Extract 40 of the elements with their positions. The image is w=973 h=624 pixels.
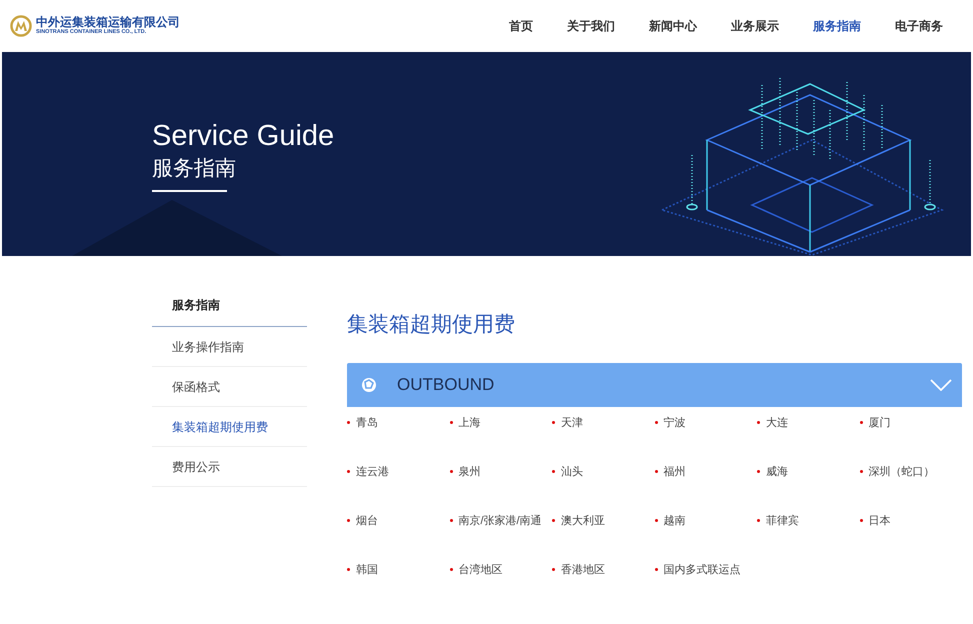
port-link[interactable]: 厦门	[860, 415, 962, 464]
nav-link[interactable]: 业务展示	[731, 17, 779, 35]
port-link[interactable]: 上海	[450, 415, 552, 464]
port-link[interactable]: 宁波	[654, 415, 757, 464]
port-link[interactable]: 连云港	[347, 464, 450, 513]
sidebar-title: 服务指南	[170, 297, 221, 314]
nav-link[interactable]: 关于我们	[567, 17, 615, 35]
nav-link[interactable]: 服务指南	[813, 17, 861, 35]
port-link[interactable]: 大连	[757, 415, 860, 464]
port-link[interactable]: 福州	[654, 464, 757, 513]
nav-link[interactable]: 电子商务	[895, 17, 943, 35]
port-link[interactable]: 汕头	[552, 464, 654, 513]
sidebar-item[interactable]: 业务操作指南	[152, 327, 307, 367]
section-header[interactable]: OUTBOUND	[347, 363, 962, 407]
banner-title: Service Guide	[152, 119, 334, 154]
port-link[interactable]: 烟台	[347, 513, 450, 562]
port-link[interactable]: 菲律宾	[757, 513, 860, 562]
port-link[interactable]: 香港地区	[552, 562, 654, 611]
port-link[interactable]: 韩国	[347, 562, 450, 611]
nav-link[interactable]: 新闻中心	[649, 17, 697, 35]
port-link[interactable]: 南京/张家港/南通	[450, 513, 552, 562]
port-link[interactable]: 深圳（蛇口）	[860, 464, 962, 513]
page-title: 集装箱超期使用费	[347, 312, 516, 338]
port-link[interactable]: 日本	[860, 513, 962, 562]
sidebar-item[interactable]: 保函格式	[152, 367, 307, 407]
port-link[interactable]: 台湾地区	[450, 562, 552, 611]
chevron-icon	[930, 379, 952, 391]
company-name: 中外运集装箱运输有限公司	[36, 16, 180, 28]
port-link[interactable]: 青岛	[347, 415, 450, 464]
port-link[interactable]: 威海	[757, 464, 860, 513]
port-link[interactable]: 泉州	[450, 464, 552, 513]
banner-subtitle: 服务指南	[152, 156, 237, 182]
nav-link[interactable]: 首页	[509, 17, 533, 35]
port-link[interactable]: 国内多式联运点	[654, 562, 757, 611]
sidebar-item[interactable]: 费用公示	[152, 447, 307, 487]
port-link[interactable]: 澳大利亚	[552, 513, 654, 562]
sidebar-item[interactable]: 集装箱超期使用费	[152, 407, 307, 447]
port-link[interactable]: 越南	[654, 513, 757, 562]
logo-icon	[10, 15, 32, 37]
port-link[interactable]: 天津	[552, 415, 654, 464]
